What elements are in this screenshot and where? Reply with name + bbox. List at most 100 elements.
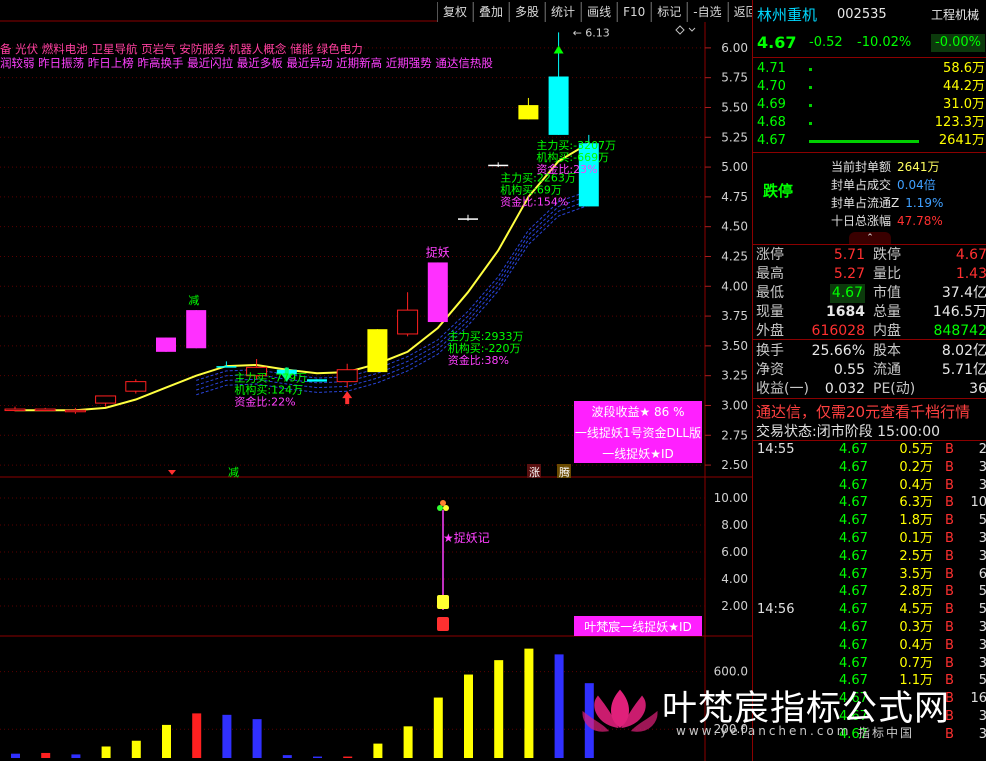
tick-price: 4.67	[839, 531, 868, 546]
tick-price: 4.67	[839, 655, 868, 671]
limit-value: 2641万	[897, 160, 940, 174]
tick-price: 4.67	[839, 477, 868, 493]
chart-annotation: 机构买:-220万	[448, 341, 521, 355]
tick-side: B	[945, 637, 954, 653]
volume-bar	[192, 713, 202, 758]
quote-key: 总量	[873, 304, 901, 320]
trade-state-label: 交易状态:	[756, 424, 817, 440]
toolbar-button-7[interactable]: -自选	[687, 2, 728, 22]
tick-count: 3	[978, 655, 986, 671]
sector-name[interactable]: 工程机械	[931, 6, 979, 24]
bid-row: 4.67 2641万	[753, 132, 986, 150]
tick-row: 14:55 4.67 0.5万 B 2	[753, 441, 986, 459]
diamond-icon	[675, 25, 685, 35]
tick-count: 5	[978, 602, 986, 618]
candle-body	[427, 262, 448, 323]
toolbar-button-5[interactable]: F10	[617, 2, 652, 22]
tick-side: B	[945, 655, 954, 671]
limit-key: 封单占成交	[831, 178, 892, 192]
toolbar-button-3[interactable]: 统计	[545, 2, 582, 22]
quote-row: 换手 25.66% 股本 8.02亿	[753, 342, 986, 361]
tick-side: B	[945, 513, 954, 529]
stock-chart-app: 6.00 5.75 5.50 5.25 5.00 4.75 4.50 4.25 4.00 3.75…	[0, 0, 986, 761]
tick-count: 3	[978, 459, 986, 475]
toolbar-button-1[interactable]: 叠加	[473, 2, 510, 22]
tick-side: B	[945, 495, 954, 511]
tick-price: 4.67	[839, 637, 868, 653]
tick-row: 4.67 0.7万 B 3	[753, 655, 986, 673]
tick-row: 4.67 2.5万 B 3	[753, 548, 986, 566]
price-axis-label: 6.00	[721, 41, 748, 55]
kline-chart[interactable]: 6.00 5.75 5.50 5.25 5.00 4.75 4.50 4.25 4.00 3.75…	[0, 0, 752, 761]
quote-key: 最低	[756, 285, 784, 301]
limit-key: 当前封单额	[831, 160, 892, 174]
divider	[753, 398, 986, 399]
tick-row: 4.67 0.4万 B 3	[753, 477, 986, 495]
tick-price: 4.67	[839, 602, 868, 618]
volume-bar	[162, 724, 171, 758]
quote-value: 146.5万	[932, 304, 986, 320]
market-tags: 润较弱 昨日振荡 昨日上榜 昨高换手 最近闪拉 最近多板 最近异动 近期新高 近…	[0, 56, 493, 70]
quote-value: 4.67	[955, 247, 986, 263]
bid-volume: 31.0万	[943, 97, 985, 112]
volume-bar	[11, 753, 20, 758]
price-axis-label: 4.75	[721, 190, 748, 204]
tick-row: 4.67 0.3万 B 3	[753, 619, 986, 637]
tick-volume: 0.4万	[899, 477, 933, 493]
price-axis-label: 5.25	[721, 130, 748, 144]
tick-volume: 0.4万	[899, 637, 933, 653]
candle-body	[34, 408, 56, 412]
volume-bar	[252, 719, 262, 758]
current-price: 4.67	[757, 33, 797, 52]
volume-bar	[343, 756, 353, 758]
tick-price: 4.67	[839, 584, 868, 600]
tick-time: 14:56	[757, 602, 795, 618]
quote-value: 0.55	[833, 362, 865, 378]
reduce-label: 减	[228, 466, 239, 479]
volume-bar	[494, 660, 504, 758]
support-ribbon-line	[196, 190, 589, 381]
volume-bar	[282, 755, 292, 758]
toolbar-button-0[interactable]: 复权	[437, 2, 474, 22]
volume-bar	[71, 754, 81, 758]
tick-side: B	[945, 584, 954, 600]
quote-value: 36	[969, 381, 986, 397]
candle-body	[95, 395, 117, 404]
toolbar-button-2[interactable]: 多股	[509, 2, 546, 22]
up-arrow-icon	[342, 391, 353, 405]
volume-bar	[554, 654, 564, 758]
volume-bar	[524, 648, 534, 758]
tick-price: 4.67	[839, 548, 868, 564]
quote-key: 净资	[756, 362, 784, 378]
toolbar-button-6[interactable]: 标记	[651, 2, 688, 22]
tick-row: 4.67 2.8万 B 5	[753, 583, 986, 601]
tick-volume: 1.8万	[899, 513, 933, 529]
top-marker-icon	[553, 45, 564, 54]
quote-value: 5.27	[833, 266, 865, 282]
tick-count: 3	[978, 620, 986, 635]
tick-volume: 2.8万	[899, 584, 933, 600]
quote-value: 1.43	[955, 266, 986, 282]
price-axis-label: 2.50	[721, 458, 748, 472]
mid-axis-label: 10.00	[714, 491, 748, 505]
bid-price: 4.69	[757, 97, 786, 112]
bid-price: 4.67	[757, 133, 786, 148]
toolbar-button-4[interactable]: 画线	[581, 2, 618, 22]
tick-row: 4.67 0.1万 B 3	[753, 530, 986, 548]
tick-count: 3	[978, 477, 986, 493]
mid-axis-label: 8.00	[721, 518, 748, 532]
limit-row: 封单占成交 0.04倍	[831, 176, 936, 194]
start-badge-icon	[437, 617, 449, 631]
volume-bar	[131, 740, 141, 758]
volume-bar	[41, 752, 51, 758]
collapse-toggle-icon[interactable]: ⌃	[849, 232, 891, 244]
promo-link[interactable]: 通达信，仅需20元查看千档行情	[756, 401, 970, 422]
high-price-label: ← 6.13	[573, 26, 610, 39]
candle-body	[397, 309, 419, 335]
quote-key: PE(动)	[873, 381, 916, 397]
tick-row: 14:56 4.67 4.5万 B 5	[753, 601, 986, 619]
signal-dot	[443, 505, 449, 511]
price-axis-label: 4.25	[721, 249, 748, 263]
soar-badge-text: 腾	[559, 465, 570, 479]
candle-body	[64, 409, 86, 413]
